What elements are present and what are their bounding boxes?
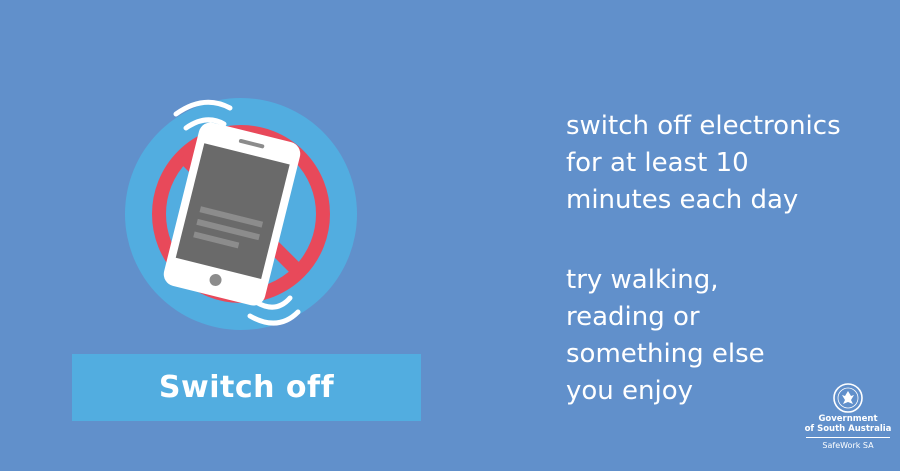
message-line: minutes each day	[566, 185, 799, 215]
message-switch-off-electronics: switch off electronics for at least 10 m…	[566, 108, 896, 219]
switch-off-label: Switch off	[158, 370, 335, 405]
message-line: try walking,	[566, 265, 719, 295]
government-line-2: of South Australia	[804, 424, 892, 434]
government-line-1: Government	[818, 414, 878, 424]
south-australia-crest-icon	[833, 383, 863, 413]
government-of-south-australia-logo: Government of South Australia SafeWork S…	[800, 382, 896, 468]
phone-prohibited-icon	[125, 98, 357, 330]
message-line: for at least 10	[566, 148, 749, 178]
agency-name: SafeWork SA	[822, 441, 874, 450]
switch-off-label-bar: Switch off	[72, 354, 421, 421]
message-line: something else	[566, 339, 765, 369]
message-line: switch off electronics	[566, 111, 841, 141]
background: Switch off switch off electronics for at…	[0, 0, 900, 471]
switch-off-illustration	[120, 90, 380, 340]
logo-divider	[806, 437, 890, 438]
message-line: reading or	[566, 302, 700, 332]
